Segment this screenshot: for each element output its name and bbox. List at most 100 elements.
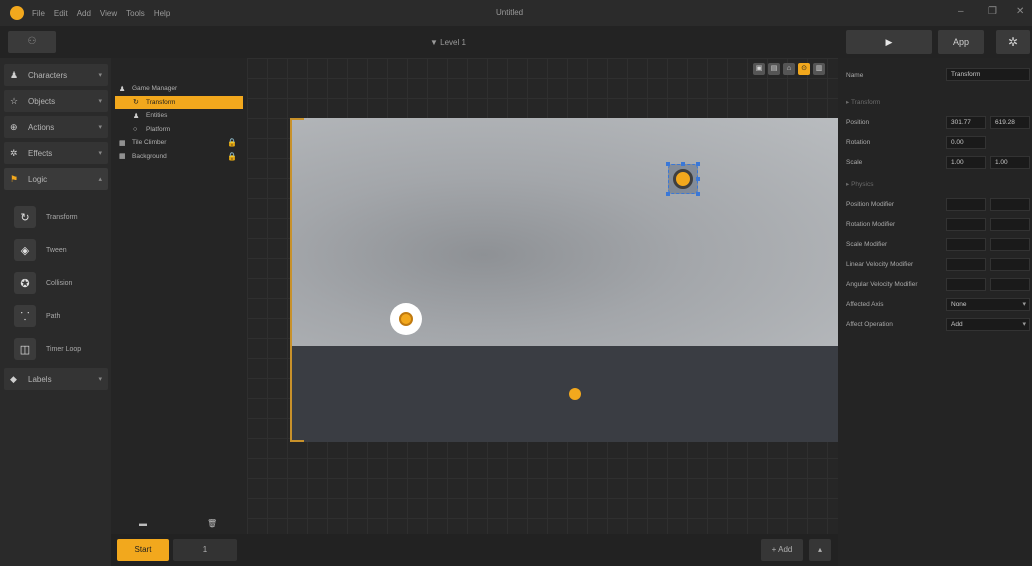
- lock-icon[interactable]: 🔒: [227, 138, 237, 147]
- property-field[interactable]: [990, 218, 1030, 231]
- property-field[interactable]: [946, 198, 986, 211]
- resize-handle[interactable]: [666, 162, 670, 166]
- chevron-down-icon: ▾: [98, 72, 102, 79]
- category-actions[interactable]: ⊕ Actions ▾: [4, 116, 108, 138]
- property-field[interactable]: 1.00: [946, 156, 986, 169]
- selected-object[interactable]: [668, 164, 698, 194]
- menu-item[interactable]: Help: [154, 9, 170, 18]
- hierarchy-panel: 👁 🔒 ♟Game Manager↻Transform♟Entities○Pla…: [111, 58, 343, 534]
- maximize-button[interactable]: ❐: [988, 6, 997, 17]
- property-field[interactable]: [946, 258, 986, 271]
- tag-icon: ◆: [10, 373, 17, 384]
- eye-icon[interactable]: ⊙: [798, 63, 810, 75]
- hierarchy-node[interactable]: ▦ Tile Climber 🔒: [115, 136, 243, 149]
- property-label: Position: [846, 119, 870, 126]
- category-label: Characters: [28, 70, 68, 80]
- resize-handle[interactable]: [696, 177, 700, 181]
- behavior-path[interactable]: ⸪ Path: [14, 303, 104, 329]
- add-button[interactable]: + Add: [761, 539, 803, 561]
- viewport-tools: ▣ ▤ ⌂ ⊙ ▥: [753, 63, 825, 75]
- behavior-timer-loop[interactable]: ◫ Timer Loop: [14, 336, 104, 362]
- level-selector[interactable]: ▼ Level 1: [430, 38, 466, 47]
- property-field[interactable]: 0.00: [946, 136, 986, 149]
- play-button[interactable]: ▶: [846, 30, 932, 54]
- delete-button[interactable]: 🗑: [207, 519, 217, 528]
- transform-section[interactable]: ▸ Transform: [846, 98, 880, 106]
- behavior-transform[interactable]: ↻ Transform: [14, 204, 104, 230]
- name-field[interactable]: Transform: [946, 68, 1030, 81]
- grid-icon: ▦: [119, 139, 126, 147]
- property-field[interactable]: [990, 198, 1030, 211]
- resize-handle[interactable]: [681, 162, 685, 166]
- property-select[interactable]: Add: [946, 318, 1030, 331]
- hierarchy-node[interactable]: ▦ Background 🔒: [115, 150, 243, 163]
- behavior-collision[interactable]: ✪ Collision: [14, 270, 104, 296]
- menu-item[interactable]: File: [32, 9, 45, 18]
- gear-icon: ✲: [1007, 35, 1019, 49]
- hierarchy-node[interactable]: ♟ Game Manager: [115, 82, 243, 95]
- hierarchy-node[interactable]: ♟ Entities: [115, 109, 243, 122]
- property-field[interactable]: 1.00: [990, 156, 1030, 169]
- people-icon[interactable]: ⚇: [8, 31, 56, 53]
- menu-item[interactable]: Edit: [54, 9, 68, 18]
- property-field[interactable]: 301.77: [946, 116, 986, 129]
- property-field[interactable]: [946, 238, 986, 251]
- close-button[interactable]: ✕: [1016, 6, 1024, 17]
- property-field[interactable]: [990, 238, 1030, 251]
- category-objects[interactable]: ☆ Objects ▾: [4, 90, 108, 112]
- player-object[interactable]: [390, 303, 422, 335]
- behavior-label: Path: [46, 312, 61, 320]
- gear-icon: ✲: [10, 147, 18, 158]
- resize-handle[interactable]: [696, 162, 700, 166]
- property-field[interactable]: [946, 218, 986, 231]
- property-field[interactable]: [990, 278, 1030, 291]
- home-icon[interactable]: ⌂: [783, 63, 795, 75]
- behavior-label: Tween: [46, 246, 67, 254]
- collapse-button[interactable]: ▴: [809, 539, 831, 561]
- scene-bounds-left: [290, 118, 292, 442]
- columns-icon[interactable]: ▥: [813, 63, 825, 75]
- badge-icon: ✪: [14, 272, 36, 294]
- person-icon: ♟: [133, 112, 140, 120]
- grid-icon: ▦: [119, 153, 126, 160]
- rotate-icon: ↻: [14, 206, 36, 228]
- menu-bar: File Edit Add View Tools Help: [32, 9, 179, 18]
- resize-handle[interactable]: [666, 192, 670, 196]
- menu-item[interactable]: Tools: [126, 9, 145, 18]
- scene-viewport[interactable]: ▣ ▤ ⌂ ⊙ ▥: [247, 58, 838, 534]
- hierarchy-node[interactable]: ○ Platform: [115, 123, 243, 136]
- behavior-label: Collision: [46, 279, 73, 287]
- scene-background: [292, 118, 838, 346]
- coin-object[interactable]: [569, 388, 581, 400]
- property-label: Scale Modifier: [846, 241, 888, 248]
- property-field[interactable]: [946, 278, 986, 291]
- category-label: Logic: [28, 174, 48, 184]
- menu-item[interactable]: Add: [77, 9, 91, 18]
- category-characters[interactable]: ♟ Characters ▾: [4, 64, 108, 86]
- property-label: Linear Velocity Modifier: [846, 261, 914, 268]
- scene-ground: [292, 346, 838, 442]
- person-icon: ♟: [10, 69, 19, 80]
- category-logic[interactable]: ⚑ Logic ▴: [4, 168, 108, 190]
- circle-icon: ○: [133, 125, 138, 133]
- resize-handle[interactable]: [696, 192, 700, 196]
- frame-icon[interactable]: ▣: [753, 63, 765, 75]
- category-labels[interactable]: ◆ Labels ▾: [4, 368, 108, 390]
- lock-icon[interactable]: 🔒: [227, 152, 237, 161]
- count-field[interactable]: 1: [173, 539, 237, 561]
- physics-section[interactable]: ▸ Physics: [846, 180, 873, 188]
- category-effects[interactable]: ✲ Effects ▾: [4, 142, 108, 164]
- minimize-button[interactable]: –: [958, 6, 964, 17]
- hierarchy-node[interactable]: ↻ Transform: [115, 95, 243, 109]
- menu-item[interactable]: View: [100, 9, 117, 18]
- property-select[interactable]: None: [946, 298, 1030, 311]
- start-button[interactable]: Start: [117, 539, 169, 561]
- property-field[interactable]: 619.28: [990, 116, 1030, 129]
- property-field[interactable]: [990, 258, 1030, 271]
- behavior-tween[interactable]: ◈ Tween: [14, 237, 104, 263]
- chevron-down-icon: ▾: [98, 98, 102, 105]
- list-icon[interactable]: ▤: [768, 63, 780, 75]
- app-button[interactable]: App: [938, 30, 984, 54]
- folder-button[interactable]: ▬: [139, 519, 147, 528]
- settings-button[interactable]: ✲: [996, 30, 1030, 54]
